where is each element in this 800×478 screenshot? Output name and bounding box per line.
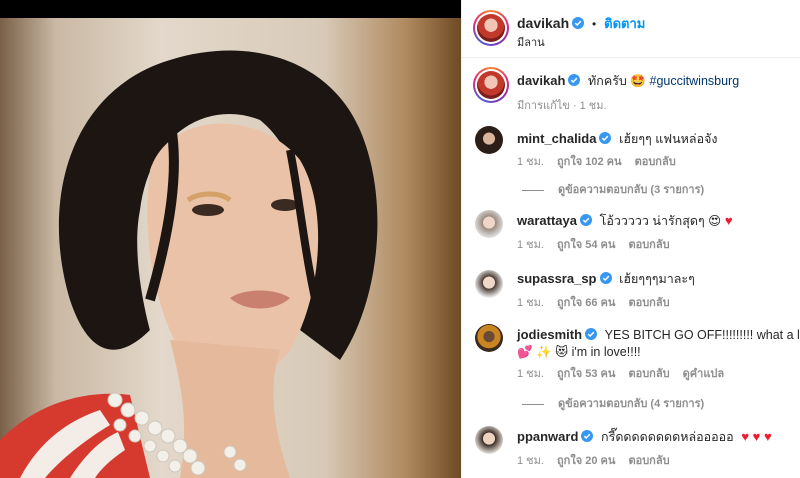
comment-likes[interactable]: ถูกใจ 102 คน xyxy=(557,156,621,168)
comment-username[interactable]: ppanward xyxy=(517,429,578,444)
avatar-image xyxy=(477,71,505,99)
replies-divider xyxy=(522,403,544,405)
view-replies-label: ดูข้อความตอบกลับ (3 รายการ) xyxy=(558,184,705,196)
comment-meta: 1 ชม. ถูกใจ 102 คน ตอบกลับ xyxy=(517,152,686,170)
caption-username[interactable]: davikah xyxy=(517,73,565,88)
comment-username[interactable]: jodiesmith xyxy=(517,327,582,342)
header-username[interactable]: davikah xyxy=(517,15,569,31)
reply-button[interactable]: ตอบกลับ xyxy=(628,455,669,467)
comment-text: เฮ้ยๆๆๆมาละๆ xyxy=(619,272,695,286)
commenter-avatar[interactable] xyxy=(475,426,503,454)
view-replies-button[interactable]: ดูข้อความตอบกลับ (4 รายการ) xyxy=(522,394,704,412)
view-replies-button[interactable]: ดูข้อความตอบกลับ (3 รายการ) xyxy=(522,180,704,198)
heart-emoji: ♥ xyxy=(724,213,733,228)
reply-button[interactable]: ตอบกลับ xyxy=(628,297,669,309)
post-photo[interactable] xyxy=(0,0,461,478)
comment-line-continued: 💕 ✨ 😻 i'm in love!!!! xyxy=(517,343,641,361)
comment-likes[interactable]: ถูกใจ 66 คน xyxy=(557,297,615,309)
view-replies-label: ดูข้อความตอบกลับ (4 รายการ) xyxy=(558,398,705,410)
reply-button[interactable]: ตอบกลับ xyxy=(635,156,676,168)
verified-badge-icon xyxy=(585,328,598,340)
caption-line: davikah ทักครับ 🤩 #guccitwinsburg xyxy=(517,72,739,90)
location-link[interactable]: มีลาน xyxy=(517,33,545,51)
comment-text: YES BITCH GO OFF!!!!!!!!! what a look!!! xyxy=(604,328,800,342)
follow-button[interactable]: ติดตาม xyxy=(604,16,645,31)
avatar-image xyxy=(477,14,505,42)
comment-line: ppanward กรี๊ดดดดดดดดหล่อออออ ♥ ♥ ♥ xyxy=(517,428,772,446)
comment-time[interactable]: 1 ชม. xyxy=(517,239,544,251)
comment-likes[interactable]: ถูกใจ 53 คน xyxy=(557,368,615,380)
caption-author-avatar[interactable] xyxy=(473,67,509,103)
verified-badge-icon xyxy=(599,132,612,144)
comment-time[interactable]: 1 ชม. xyxy=(517,455,544,467)
comment-time[interactable]: 1 ชม. xyxy=(517,156,544,168)
post-detail-panel: davikah • ติดตาม มีลาน davikah ทักครับ 🤩… xyxy=(461,0,800,478)
comment-likes[interactable]: ถูกใจ 20 คน xyxy=(557,455,615,467)
author-avatar[interactable] xyxy=(473,10,509,46)
caption-meta: มีการแก้ไข · 1 ชม. xyxy=(517,100,607,112)
comment-meta: 1 ชม. ถูกใจ 20 คน ตอบกลับ xyxy=(517,451,680,469)
commenter-avatar[interactable] xyxy=(475,210,503,238)
replies-divider xyxy=(522,189,544,191)
commenter-avatar[interactable] xyxy=(475,324,503,352)
caption-text: ทักครับ 🤩 xyxy=(588,74,646,88)
comment-meta: 1 ชม. ถูกใจ 53 คน ตอบกลับ ดูคำแปล xyxy=(517,364,734,382)
comment-line: mint_chalida เฮ้ยๆๆ แฟนหล่อจัง xyxy=(517,130,718,148)
commenter-avatar[interactable] xyxy=(475,126,503,154)
commenter-avatar[interactable] xyxy=(475,270,503,298)
comment-username[interactable]: warattaya xyxy=(517,213,577,228)
portrait-illustration xyxy=(0,0,461,478)
comment-line: warattaya โอ้ววววว น่ารักสุดๆ 😍 ♥ xyxy=(517,212,733,230)
reply-button[interactable]: ตอบกลับ xyxy=(628,239,669,251)
caption-hashtag[interactable]: #guccitwinsburg xyxy=(650,74,740,88)
comment-meta: 1 ชม. ถูกใจ 66 คน ตอบกลับ xyxy=(517,293,680,311)
verified-badge-icon xyxy=(579,214,592,226)
comment-text-continued: 💕 ✨ 😻 i'm in love!!!! xyxy=(517,345,641,359)
separator-dot: • xyxy=(592,17,597,31)
post-header: davikah • ติดตาม มีลาน xyxy=(462,0,800,58)
heart-emoji: ♥ ♥ ♥ xyxy=(741,429,772,444)
comment-line: jodiesmith YES BITCH GO OFF!!!!!!!!! wha… xyxy=(517,326,800,344)
comment-time[interactable]: 1 ชม. xyxy=(517,368,544,380)
comment-text: กรี๊ดดดดดดดดหล่อออออ xyxy=(601,430,734,444)
comment-line: supassra_sp เฮ้ยๆๆๆมาละๆ xyxy=(517,270,695,288)
verified-badge-icon xyxy=(581,430,594,442)
comment-username[interactable]: supassra_sp xyxy=(517,271,597,286)
comment-likes[interactable]: ถูกใจ 54 คน xyxy=(557,239,615,251)
comment-time[interactable]: 1 ชม. xyxy=(517,297,544,309)
comment-username[interactable]: mint_chalida xyxy=(517,131,596,146)
comment-text: โอ้ววววว น่ารักสุดๆ 😍 xyxy=(599,214,722,228)
comment-meta: 1 ชม. ถูกใจ 54 คน ตอบกลับ xyxy=(517,235,680,253)
header-title-row: davikah • ติดตาม xyxy=(517,13,645,34)
translate-button[interactable]: ดูคำแปล xyxy=(683,368,725,380)
reply-button[interactable]: ตอบกลับ xyxy=(628,368,669,380)
verified-badge-icon xyxy=(572,17,585,29)
comment-text: เฮ้ยๆๆ แฟนหล่อจัง xyxy=(619,132,718,146)
verified-badge-icon xyxy=(568,74,581,86)
verified-badge-icon xyxy=(599,272,612,284)
